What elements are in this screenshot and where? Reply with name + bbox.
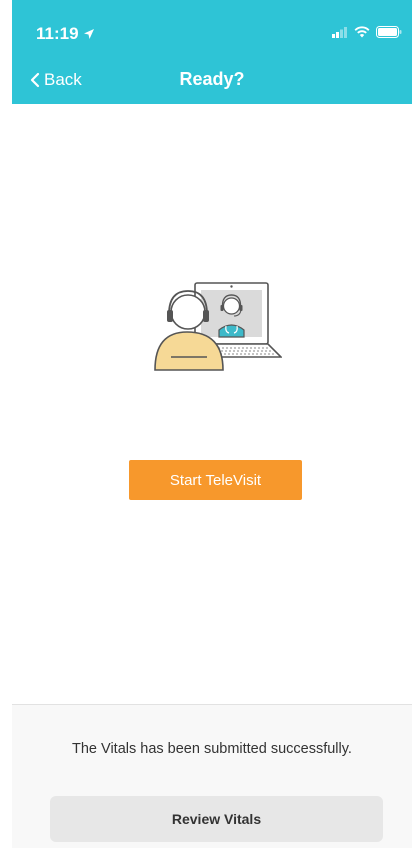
start-televisit-button[interactable]: Start TeleVisit [129,460,302,500]
signal-icon [332,26,347,38]
status-indicators [332,26,402,38]
status-time: 11:19 [36,24,95,44]
app-screen: 11:19 Back Ready? Start TeleVisit The Vi… [12,0,412,848]
battery-icon [376,26,402,38]
page-title: Ready? [179,69,245,89]
televisit-illustration [152,280,283,372]
clock-text: 11:19 [36,24,79,43]
location-arrow-icon [83,29,94,39]
wifi-icon [354,26,370,38]
success-message: The Vitals has been submitted successful… [72,741,352,757]
header: 11:19 Back Ready? [12,0,412,104]
review-vitals-button[interactable]: Review Vitals [50,796,383,842]
footer-panel: The Vitals has been submitted successful… [12,704,412,848]
